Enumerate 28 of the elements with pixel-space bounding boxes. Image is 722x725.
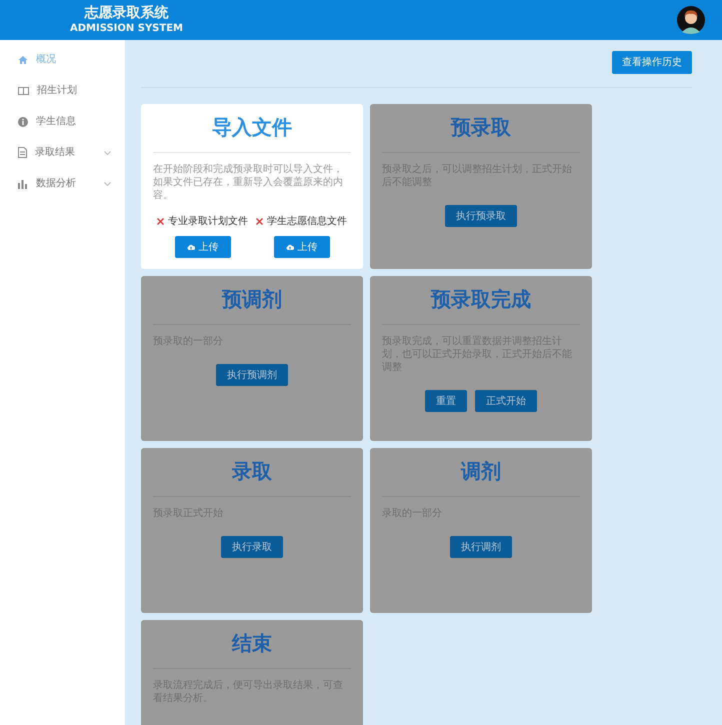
upload-button[interactable]: 上传 (174, 236, 230, 258)
app-subtitle: ADMISSION SYSTEM (70, 22, 183, 36)
avatar[interactable] (677, 6, 705, 34)
sidebar-item[interactable]: 学生信息 (0, 106, 125, 137)
sidebar-item[interactable]: 概况 (0, 44, 125, 75)
sidebar-item[interactable]: 录取结果 (0, 137, 125, 168)
card-title: 录取 (230, 458, 273, 484)
card-title: 预录取 (450, 114, 512, 140)
file-label: 学生志愿信息文件 (267, 214, 347, 229)
document-icon (18, 147, 27, 158)
card-title: 调剂 (460, 458, 502, 484)
cloud-upload-icon (186, 244, 194, 250)
app-title: 志愿录取系统 (84, 4, 168, 20)
card-title: 预调剂 (220, 286, 283, 312)
card-title: 结束 (230, 630, 273, 656)
sidebar-item[interactable]: 数据分析 (0, 168, 125, 199)
card-title: 导入文件 (211, 114, 293, 140)
upload-button[interactable]: 上传 (274, 236, 330, 258)
cloud-upload-icon (286, 244, 294, 250)
card-title: 预录取完成 (430, 286, 532, 312)
file-label: 专业录取计划文件 (168, 214, 248, 229)
info-icon (18, 116, 28, 126)
card-description: 在开始阶段和完成预录取时可以导入文件，如果文件已存在，重新导入会覆盖原来的内容。 (153, 163, 344, 202)
book-icon (18, 86, 29, 96)
history-button[interactable]: 查看操作历史 (612, 51, 692, 74)
bar-chart-icon (18, 178, 28, 188)
sidebar-item[interactable]: 招生计划 (0, 75, 125, 106)
home-icon (18, 54, 28, 64)
